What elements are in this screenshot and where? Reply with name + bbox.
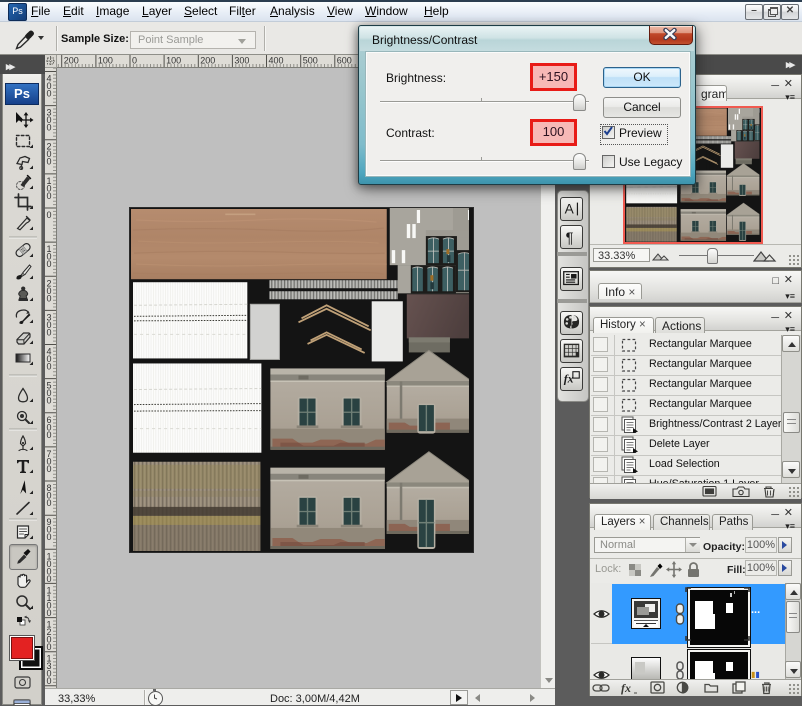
svg-text:0: 0 [47,259,52,269]
svg-text:0: 0 [132,56,137,66]
svg-text:0: 0 [47,642,52,652]
svg-text:0: 0 [47,191,52,201]
svg-text:fx: fx [621,681,631,695]
svg-text:100: 100 [166,56,181,66]
svg-text:0: 0 [47,464,52,474]
svg-text:0: 0 [47,293,52,303]
svg-text:0: 0 [47,327,52,337]
svg-text:600: 600 [337,56,352,66]
svg-text:0: 0 [47,396,52,406]
svg-text:300: 300 [234,56,249,66]
svg-text:500: 500 [303,56,318,66]
svg-text:400: 400 [269,56,284,66]
svg-text:0: 0 [47,574,52,584]
svg-text:0: 0 [47,89,52,99]
svg-text:0: 0 [47,123,52,133]
svg-text:0: 0 [47,498,52,508]
svg-text:0: 0 [47,157,52,167]
svg-text:200: 200 [64,56,79,66]
svg-text:200: 200 [200,56,215,66]
svg-text:0: 0 [47,430,52,440]
svg-text:0: 0 [47,210,52,220]
svg-text:0: 0 [47,532,52,542]
svg-text:fx: fx [564,372,574,386]
svg-text:0: 0 [47,676,52,686]
svg-text:0: 0 [47,362,52,372]
svg-text:A: A [565,202,575,217]
svg-text:100: 100 [98,56,113,66]
svg-text:0: 0 [47,608,52,618]
svg-text:¶: ¶ [566,230,574,246]
